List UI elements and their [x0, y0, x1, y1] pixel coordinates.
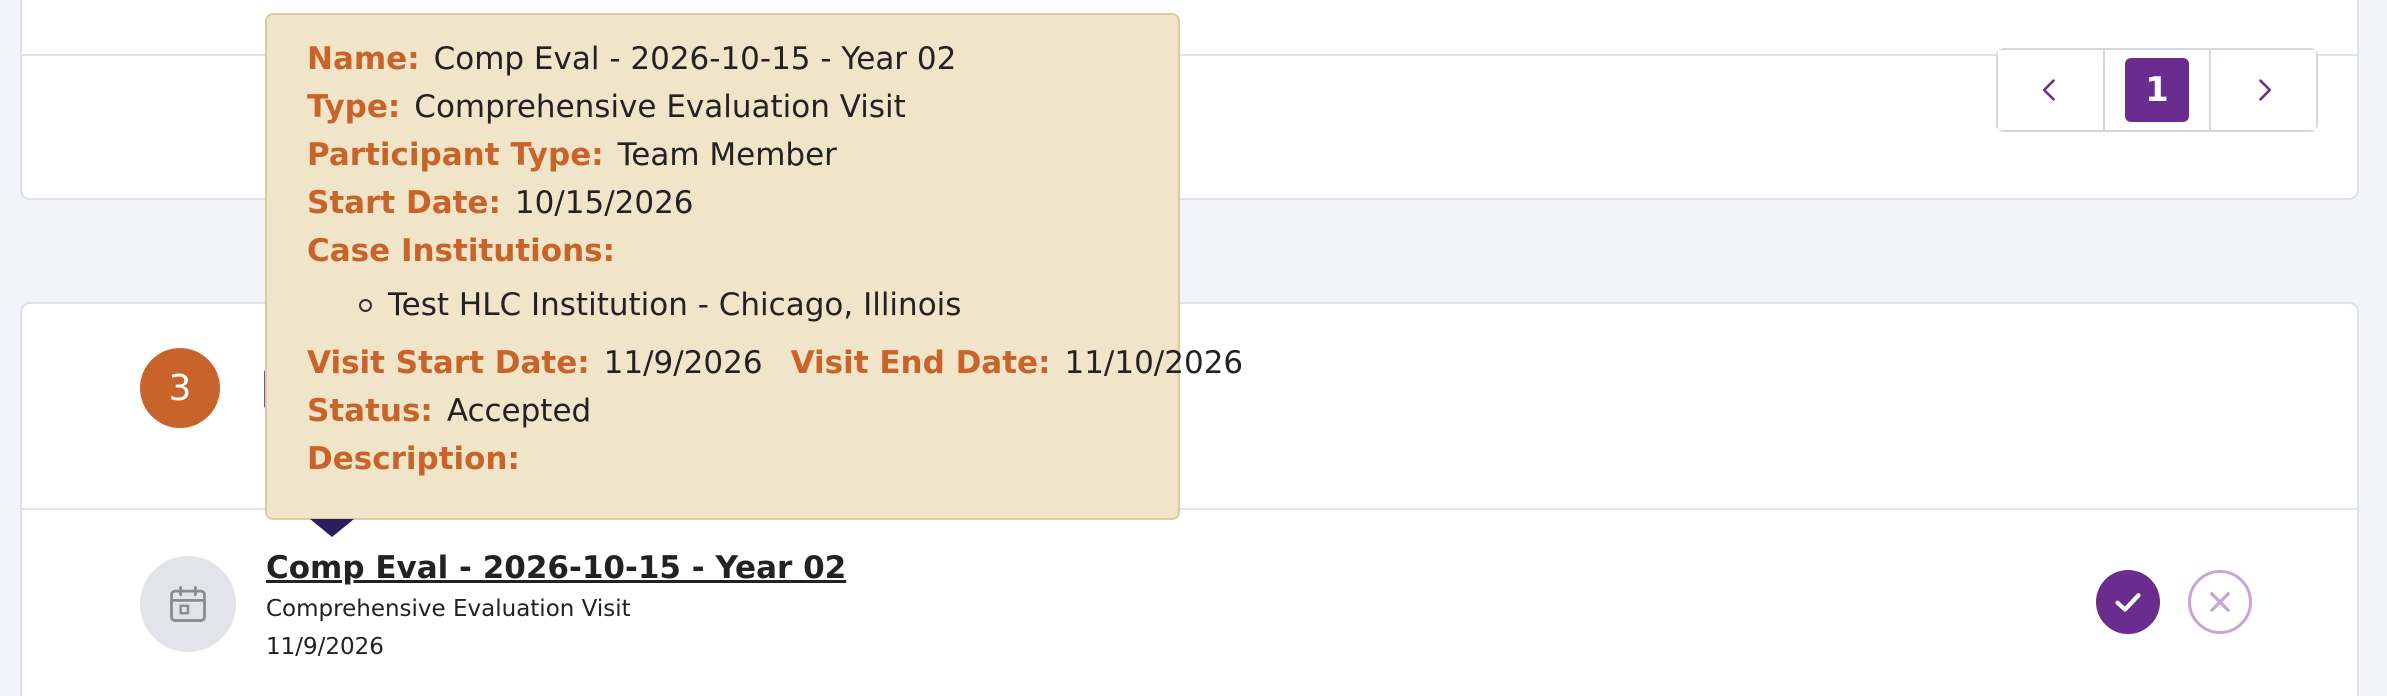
tooltip-visit-end-value: 11/10/2026: [1064, 345, 1244, 381]
tooltip-institution-item: Test HLC Institution - Chicago, Illinois: [359, 281, 1138, 329]
chevron-left-icon: [2043, 79, 2056, 101]
tooltip-name-row: Name: Comp Eval - 2026-10-15 - Year 02: [307, 41, 1138, 89]
tooltip-description-row: Description:: [307, 441, 1138, 489]
tooltip-status-value: Accepted: [446, 393, 592, 429]
page: 1 3 Comp Eval - 2026-10-15 - Year 02 Com…: [0, 0, 2387, 696]
tooltip-visit-start-label: Visit Start Date:: [307, 345, 590, 381]
tooltip-name-value: Comp Eval - 2026-10-15 - Year 02: [433, 41, 957, 77]
tooltip-type-label: Type:: [307, 89, 401, 125]
tooltip-description-label: Description:: [307, 441, 520, 477]
tooltip-participant-row: Participant Type: Team Member: [307, 137, 1138, 185]
next-page-button[interactable]: [2211, 50, 2317, 130]
tooltip-visit-start-value: 11/9/2026: [603, 345, 763, 381]
decline-button[interactable]: [2188, 570, 2252, 634]
tooltip-status-label: Status:: [307, 393, 433, 429]
tooltip-start-label: Start Date:: [307, 185, 501, 221]
event-title-link[interactable]: Comp Eval - 2026-10-15 - Year 02: [266, 550, 846, 586]
tooltip-start-row: Start Date: 10/15/2026: [307, 185, 1138, 233]
tooltip-type-row: Type: Comprehensive Evaluation Visit: [307, 89, 1138, 137]
tooltip-institutions-row: Case Institutions:: [307, 233, 1138, 281]
list-bullet: [359, 298, 372, 312]
current-page-number: 1: [2125, 58, 2189, 122]
tooltip-institution-name: Test HLC Institution - Chicago, Illinois: [388, 287, 962, 323]
tooltip-arrow: [310, 519, 354, 537]
event-date: 11/9/2026: [266, 634, 384, 660]
event-details-tooltip: Name: Comp Eval - 2026-10-15 - Year 02 T…: [265, 13, 1243, 520]
event-avatar: [140, 556, 236, 652]
pagination: 1: [1996, 48, 2318, 132]
chevron-right-icon: [2258, 79, 2271, 101]
count-badge: 3: [140, 348, 220, 428]
tooltip-name-label: Name:: [307, 41, 420, 77]
accept-button[interactable]: [2096, 570, 2160, 634]
tooltip-visit-dates-row: Visit Start Date: 11/9/2026 Visit End Da…: [307, 345, 1243, 393]
tooltip-participant-value: Team Member: [617, 137, 837, 173]
tooltip-status-row: Status: Accepted: [307, 393, 1138, 441]
event-type: Comprehensive Evaluation Visit: [266, 596, 631, 622]
page-1-button[interactable]: 1: [2104, 50, 2212, 130]
tooltip-participant-label: Participant Type:: [307, 137, 604, 173]
previous-page-button[interactable]: [1998, 50, 2105, 130]
tooltip-institutions-label: Case Institutions:: [307, 233, 615, 269]
check-icon: [2115, 593, 2141, 612]
close-icon: [2210, 592, 2230, 612]
tooltip-type-value: Comprehensive Evaluation Visit: [414, 89, 906, 125]
tooltip-visit-end-label: Visit End Date:: [790, 345, 1051, 381]
calendar-icon: [170, 586, 206, 622]
tooltip-start-value: 10/15/2026: [514, 185, 694, 221]
